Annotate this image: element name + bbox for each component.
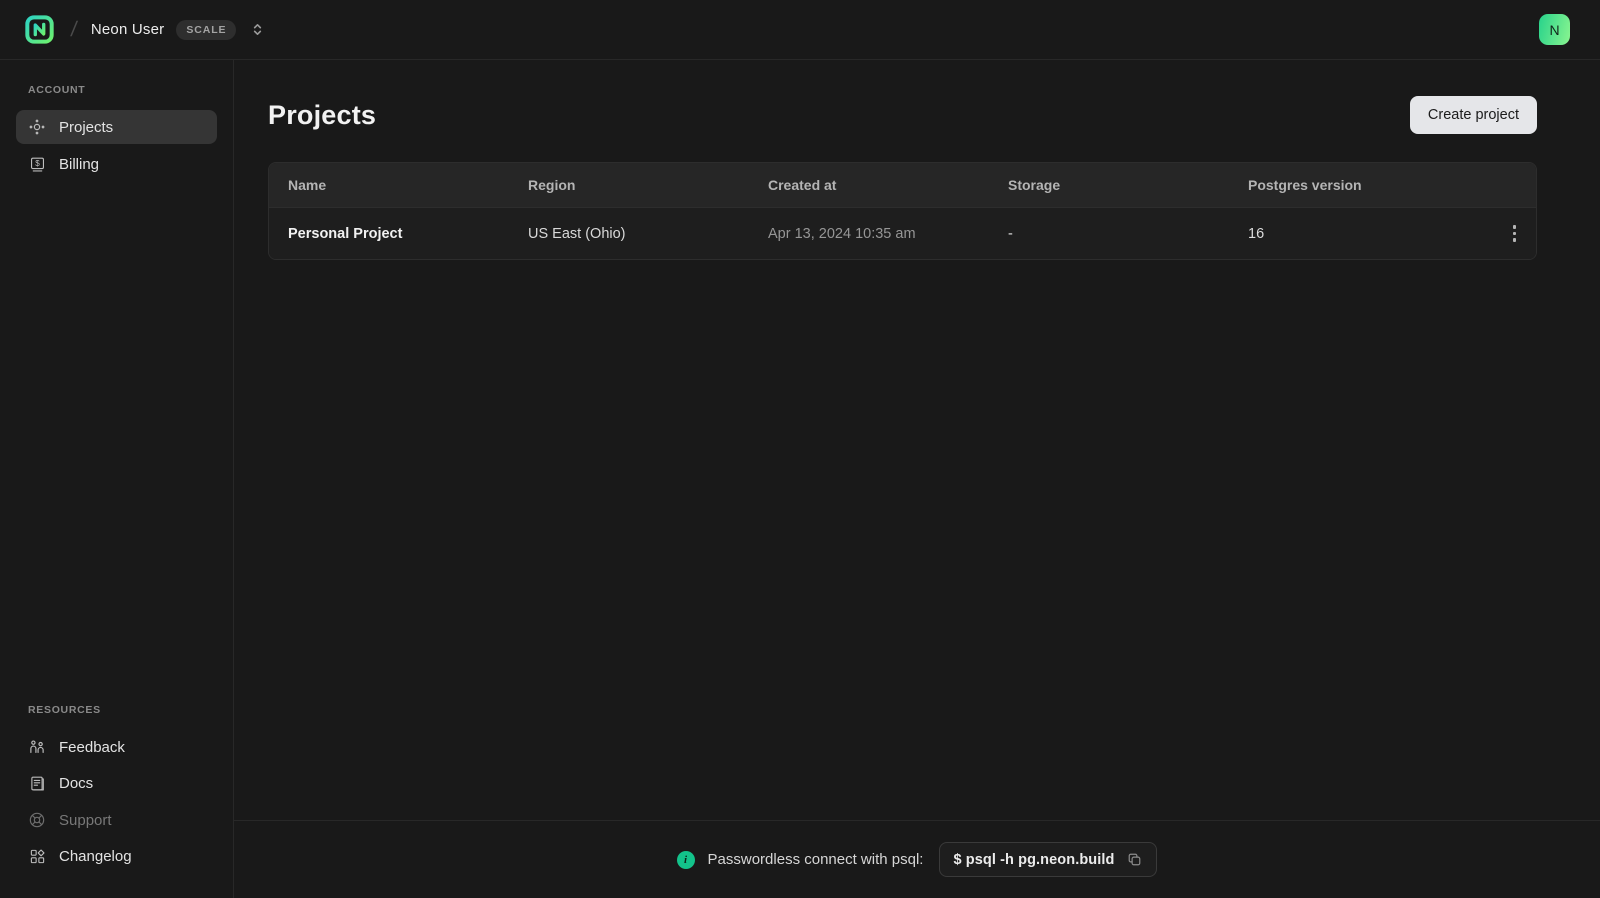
top-bar: / Neon User SCALE N — [0, 0, 1600, 60]
billing-icon: $ — [28, 156, 46, 173]
sidebar-resources-section: RESOURCES Feedback Docs Support Changelo… — [16, 704, 217, 876]
sidebar: ACCOUNT Projects $ Billing RESOURCES Fee… — [0, 60, 234, 898]
project-storage-cell: - — [1008, 225, 1013, 242]
projects-icon — [28, 118, 46, 136]
sidebar-item-projects[interactable]: Projects — [16, 110, 217, 144]
row-actions-kebab-icon[interactable] — [1507, 219, 1523, 248]
sidebar-item-label: Feedback — [59, 738, 125, 756]
page-title: Projects — [268, 99, 377, 130]
plan-badge: SCALE — [176, 19, 237, 40]
sidebar-item-label: Docs — [59, 775, 94, 792]
feedback-icon — [28, 738, 46, 756]
project-created-at-cell: Apr 13, 2024 10:35 am — [768, 225, 916, 242]
table-header-row: Name Region Created at Storage Postgres … — [269, 163, 1536, 208]
docs-icon — [28, 775, 46, 792]
sidebar-account-section: ACCOUNT Projects $ Billing — [16, 84, 217, 185]
account-section-label: ACCOUNT — [28, 84, 86, 96]
column-header-name: Name — [288, 177, 327, 193]
sidebar-item-changelog[interactable]: Changelog — [16, 840, 217, 873]
column-header-storage: Storage — [1008, 177, 1061, 193]
create-project-button[interactable]: Create project — [1409, 96, 1537, 134]
org-name[interactable]: Neon User — [91, 21, 165, 38]
support-icon — [28, 811, 46, 829]
changelog-icon — [28, 848, 46, 865]
copy-icon[interactable] — [1126, 851, 1143, 868]
sidebar-item-label: Changelog — [59, 848, 132, 865]
resources-section-label: RESOURCES — [28, 704, 101, 716]
psql-command-text: $ psql -h pg.neon.build — [953, 851, 1115, 868]
svg-text:$: $ — [35, 159, 40, 168]
user-avatar[interactable]: N — [1539, 14, 1570, 45]
sidebar-item-label: Billing — [59, 156, 100, 173]
sidebar-item-label: Support — [59, 811, 112, 829]
neon-logo[interactable] — [24, 14, 55, 45]
project-name-cell[interactable]: Personal Project — [269, 226, 509, 242]
project-postgres-version-cell: 16 — [1248, 225, 1265, 242]
project-region-cell: US East (Ohio) — [528, 225, 626, 242]
breadcrumb-slash: / — [69, 17, 79, 41]
column-header-created-at: Created at — [768, 177, 837, 193]
sidebar-item-docs[interactable]: Docs — [16, 767, 217, 800]
column-header-postgres-version: Postgres version — [1248, 177, 1362, 193]
sidebar-item-feedback[interactable]: Feedback — [16, 730, 217, 764]
main-content: Projects Create project Name Region Crea… — [234, 60, 1600, 820]
info-icon: i — [676, 850, 695, 869]
sidebar-item-support[interactable]: Support — [16, 803, 217, 837]
passwordless-connect-label: Passwordless connect with psql: — [707, 851, 924, 868]
table-row[interactable]: Personal Project US East (Ohio) Apr 13, … — [269, 208, 1536, 259]
org-switcher-caret-icon[interactable] — [250, 22, 265, 37]
sidebar-item-label: Projects — [59, 118, 114, 136]
column-header-region: Region — [528, 177, 576, 193]
projects-table: Name Region Created at Storage Postgres … — [268, 162, 1537, 260]
footer-bar: i Passwordless connect with psql: $ psql… — [234, 820, 1600, 898]
psql-command-box[interactable]: $ psql -h pg.neon.build — [939, 842, 1158, 877]
sidebar-item-billing[interactable]: $ Billing — [16, 148, 217, 181]
